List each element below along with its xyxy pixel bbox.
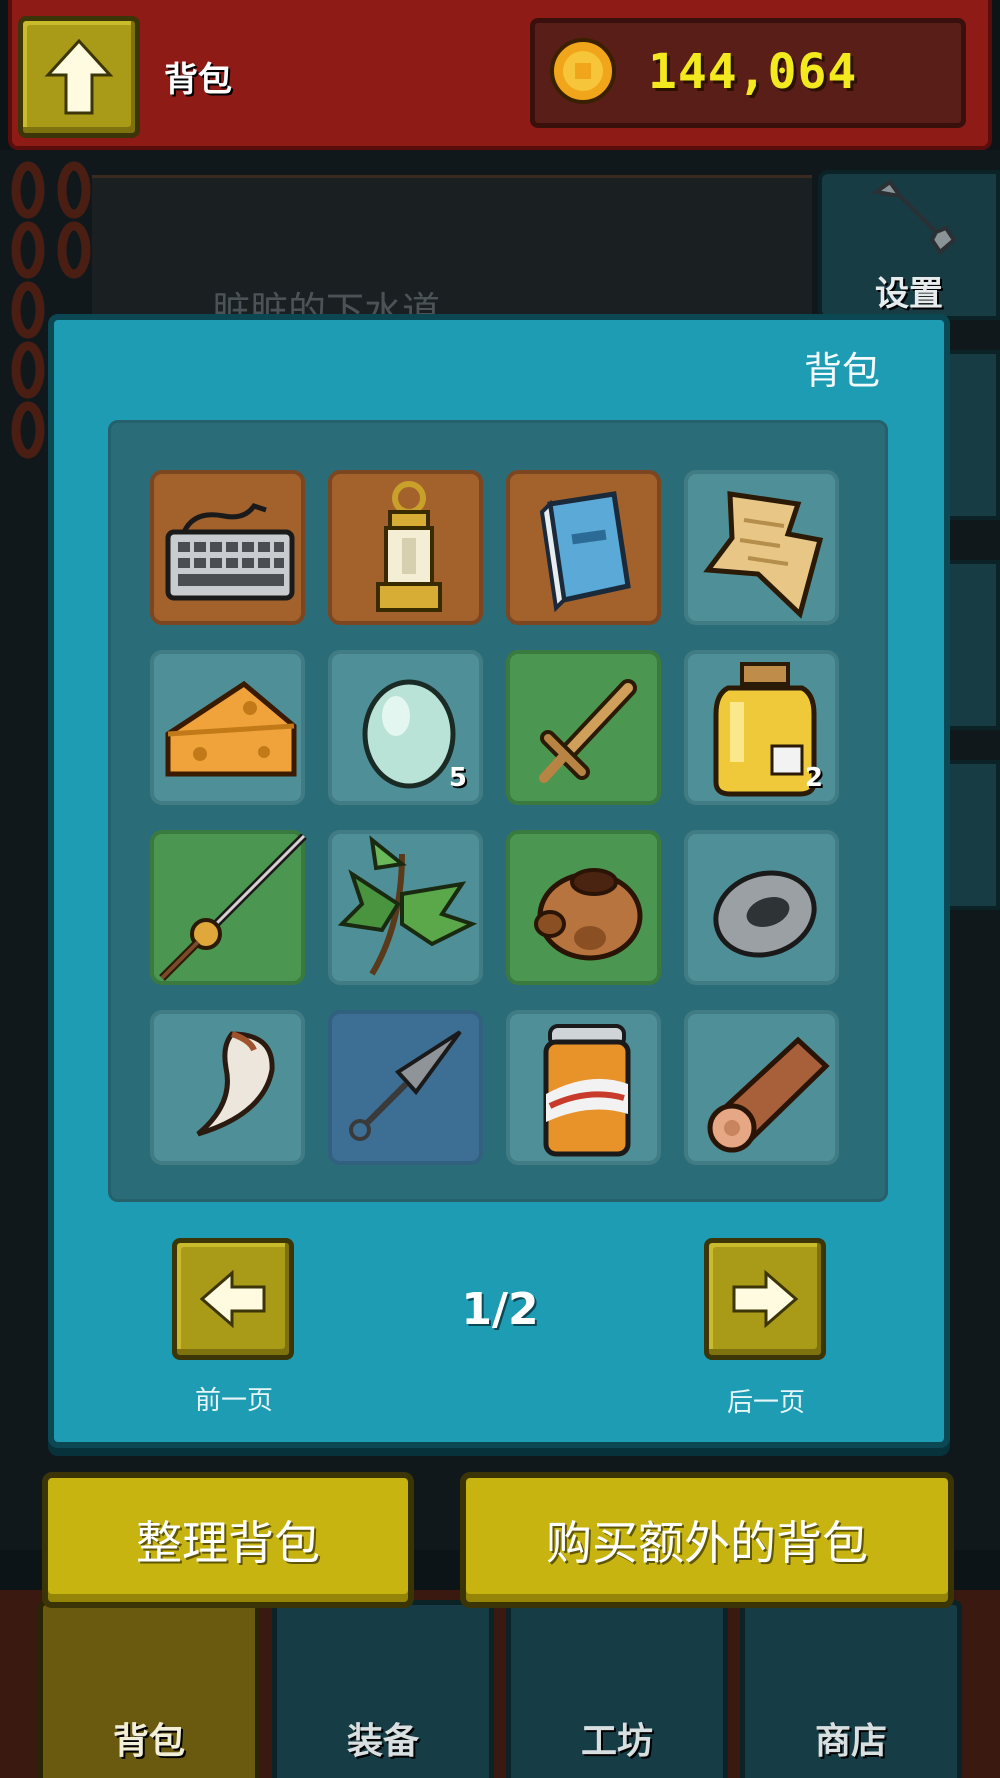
up-arrow-icon [44,38,114,115]
inventory-slot-clay-pot[interactable] [506,830,661,985]
inventory-slot-cheese[interactable] [150,650,305,805]
prev-page-label: 前一页 [194,1386,273,1416]
inventory-slot-herb[interactable] [328,830,483,985]
location-panel [92,175,812,328]
inventory-slot-wooden-sword[interactable] [506,650,661,805]
clay-pot-icon [534,868,643,961]
settings-label: 设置 [875,274,943,314]
inventory-slot-log[interactable] [684,1010,839,1165]
tab-bag[interactable]: 背包 [38,1600,260,1778]
tab-workshop[interactable]: 工坊 [506,1600,728,1778]
tab-shop[interactable]: 商店 [740,1600,962,1778]
next-page-label: 后一页 [726,1388,805,1418]
page-indicator: 1/2 [461,1284,539,1335]
herb-icon [337,835,478,976]
keyboard-icon [165,503,295,601]
lantern-icon [376,481,442,612]
next-page-button[interactable] [704,1238,826,1360]
slot-count: 2 [804,763,823,793]
scroll-icon [703,491,824,619]
coin-amount: 144,064 [648,44,858,100]
inventory-slot-rapier[interactable] [150,830,307,985]
right-arrow-icon [732,1269,799,1329]
inventory-slot-book[interactable] [506,470,661,625]
tab-equipment[interactable]: 装备 [272,1600,494,1778]
tab-shop-label: 商店 [814,1721,887,1762]
settings-tab[interactable]: 设置 [818,170,1000,320]
inventory-slot-metal-ring[interactable] [684,830,839,985]
book-icon [539,491,631,613]
rapier-icon [159,834,307,981]
inventory-slot-juice-can[interactable] [506,1010,661,1165]
wrench-icon [870,179,956,255]
log-icon [707,1036,830,1153]
prev-page-button[interactable] [172,1238,294,1360]
back-button[interactable] [18,16,140,138]
inventory-slot-fang[interactable] [150,1010,305,1165]
inventory-slot-kunai[interactable] [328,1010,483,1165]
kunai-icon [349,1030,462,1141]
cheese-icon [165,680,297,777]
inventory-slot-honey-jar[interactable]: 2 [684,650,839,805]
metal-ring-icon [713,870,817,958]
inventory-slot-egg[interactable]: 5 [328,650,483,805]
tab-workshop-label: 工坊 [580,1721,653,1762]
tab-equipment-label: 装备 [346,1721,419,1762]
sort-bag-button[interactable]: 整理背包 [42,1472,414,1608]
juice-can-icon [543,1024,631,1157]
wooden-sword-icon [539,679,637,783]
tab-bag-label: 背包 [112,1721,185,1762]
inventory-slot-keyboard[interactable] [150,470,305,625]
page-title: 背包 [164,60,232,100]
left-arrow-icon [199,1269,266,1329]
inventory-slot-scroll[interactable] [684,470,839,625]
coin-icon [550,38,616,104]
slot-count: 5 [448,763,467,793]
buy-extra-bag-button[interactable]: 购买额外的背包 [460,1472,954,1608]
fang-icon [196,1031,275,1137]
modal-title: 背包 [804,349,881,393]
inventory-slot-lantern[interactable] [328,470,483,625]
